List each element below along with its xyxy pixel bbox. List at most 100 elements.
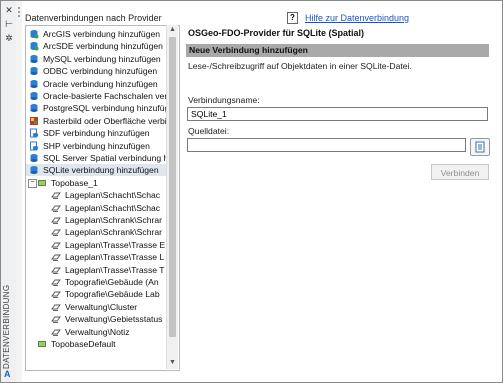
tree-layer-item[interactable]: Lageplan\Schacht\Schac [26,202,166,214]
provider-item-label: Oracle-basierte Fachschalen verbi [43,91,166,101]
db-icon [30,154,38,162]
layer-icon [51,217,61,224]
provider-item-label: PostgreSQL verbindung hinzufüg [43,103,166,114]
provider-list-title: Datenverbindungen nach Provider [25,13,162,23]
tree-layer-item[interactable]: Verwaltung\Notiz [26,326,166,338]
provider-item-label: ODBC verbindung hinzufügen [43,66,158,77]
provider-item[interactable]: Rasterbild oder Oberfläche verbi [26,115,166,127]
tree-node-topobase[interactable]: − Topobase_1 [26,177,166,189]
provider-item-label: Oracle verbindung hinzufügen [43,78,158,89]
provider-item-label: Rasterbild oder Oberfläche verbi [43,115,166,126]
connection-name-field[interactable] [187,107,488,121]
provider-item[interactable]: ArcSDE verbindung hinzufügen [26,40,166,52]
autocad-map-icon: A [4,369,11,379]
provider-item-label: ArcGIS verbindung hinzufügen [43,29,161,39]
collapse-icon[interactable]: − [28,178,37,188]
layer-icon [51,192,61,200]
tree-layer-item[interactable]: Topografie\Gebäude Lab [26,288,166,300]
layer-icon [51,205,61,212]
tree-layer-item-label: Lageplan\Schrank\Schrar [65,227,162,238]
provider-item-label: SQLite verbindung hinzufügen [43,165,159,176]
source-file-label: Quelldatei: [188,126,230,136]
raster-icon [30,116,38,125]
tree-layer-item[interactable]: Verwaltung\Cluster [26,301,166,313]
tree-layer-item[interactable]: Verwaltung\Gebietsstatus [26,313,166,325]
globe-db-icon [30,30,39,39]
provider-title: OSGeo-FDO-Provider für SQLite (Spatial) [188,28,365,38]
topobase-icon [38,341,46,347]
provider-item[interactable]: ArcGIS verbindung hinzufügen [26,28,166,40]
tree-layer-item[interactable]: Lageplan\Schrank\Schrar [26,214,166,226]
provider-item[interactable]: Oracle-basierte Fachschalen verbi [26,90,166,102]
provider-item[interactable]: ODBC verbindung hinzufügen [26,65,166,77]
connection-name-label: Verbindungsname: [188,95,260,105]
tree-layer-item-label: Topografie\Gebäude (An [65,277,159,287]
help-link[interactable]: Hilfe zur Datenverbindung [305,13,409,23]
provider-item[interactable]: SHP verbindung hinzufügen [26,140,166,152]
provider-item-label: MySQL verbindung hinzufügen [43,53,161,64]
layer-icon [51,267,61,274]
provider-item-label: SQL Server Spatial verbindung hi [43,153,166,163]
tree-layer-item[interactable]: Lageplan\Trasse\Trasse L [26,251,166,263]
db-icon [30,54,38,63]
db-icon [30,104,38,113]
provider-item[interactable]: PostgreSQL verbindung hinzufüg [26,102,166,114]
tree-layer-item-label: Lageplan\Schrank\Schrar [65,215,162,225]
tree-layer-item[interactable]: Topografie\Gebäude (An [26,276,166,288]
tree-layer-item[interactable]: Lageplan\Schrank\Schrar [26,226,166,238]
db-icon [30,79,38,88]
pin-icon[interactable]: ⊢ [4,19,14,29]
browse-button[interactable] [470,138,490,156]
help-icon[interactable]: ? [287,12,298,24]
tree-layer-item-label: Verwaltung\Cluster [65,301,138,312]
layer-icon [51,304,61,311]
provider-item-label: ArcSDE verbindung hinzufügen [43,41,163,52]
layer-icon [51,291,61,299]
scroll-up-icon[interactable]: ▲ [167,25,178,35]
provider-tree-scrollbar[interactable]: ▲ ▼ [166,25,178,369]
layer-icon [51,229,61,237]
tree-node-topobase-default-label: TopobaseDefault [51,339,116,349]
provider-item[interactable]: Oracle verbindung hinzufügen [26,78,166,90]
source-file-field[interactable] [187,138,466,152]
tree-layer-item-label: Lageplan\Trasse\Trasse L [65,252,165,263]
tree-node-topobase-label: Topobase_1 [51,177,98,188]
layer-icon [51,329,61,336]
provider-item[interactable]: MySQL verbindung hinzufügen [26,53,166,65]
tree-layer-item[interactable]: Lageplan\Trasse\Trasse E [26,239,166,251]
scroll-down-icon[interactable]: ▼ [167,358,178,368]
tree-node-topobase-default[interactable]: TopobaseDefault [26,338,166,350]
tree-layer-item[interactable]: Lageplan\Trasse\Trasse T [26,264,166,276]
browse-file-icon [475,141,485,153]
globe-db-icon [30,42,39,51]
layer-icon [51,279,61,286]
tree-layer-item[interactable]: Lageplan\Schacht\Schac [26,189,166,201]
provider-item-label: SDF verbindung hinzufügen [43,128,150,139]
provider-item[interactable]: SDF verbindung hinzufügen [26,127,166,139]
db-icon [30,67,38,76]
provider-item-label: SHP verbindung hinzufügen [43,140,150,151]
section-header-label: Neue Verbindung hinzufügen [189,45,308,55]
tree-layer-item-label: Lageplan\Trasse\Trasse T [65,264,165,275]
provider-item[interactable]: SQL Server Spatial verbindung hi [26,152,166,164]
tree-layer-item-label: Topografie\Gebäude Lab [65,289,160,300]
close-icon[interactable]: ✕ [4,5,14,15]
topobase-icon [38,179,46,186]
section-header: Neue Verbindung hinzufügen [186,44,489,57]
data-connection-palette: ✕ ⊢ ✲ DATENVERBINDUNG A Datenverbindunge… [0,0,503,383]
tree-layer-item-label: Lageplan\Trasse\Trasse E [65,239,166,250]
tree-layer-item-label: Verwaltung\Gebietsstatus [65,314,163,325]
file-db-icon [30,128,38,138]
provider-item[interactable]: SQLite verbindung hinzufügen [26,164,166,177]
db-icon [30,166,38,175]
provider-tree[interactable]: ArcGIS verbindung hinzufügen ArcSDE verbi… [25,25,180,371]
scrollbar-thumb[interactable] [169,37,176,337]
tree-layer-item-label: Lageplan\Schacht\Schac [65,190,161,201]
connect-button[interactable]: Verbinden [431,164,489,180]
tree-layer-item-label: Lageplan\Schacht\Schac [65,202,161,213]
palette-grip[interactable] [16,1,22,382]
settings-icon[interactable]: ✲ [4,33,14,43]
palette-title: DATENVERBINDUNG [2,284,11,369]
provider-description: Lese-/Schreibzugriff auf Objektdaten in … [188,61,412,71]
layer-icon [51,254,61,262]
